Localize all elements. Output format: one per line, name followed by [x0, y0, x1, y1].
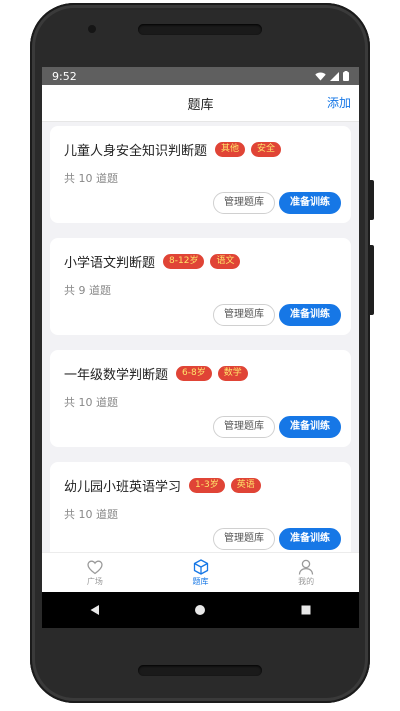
question-count: 共 10 道题: [64, 508, 118, 521]
add-button[interactable]: 添加: [327, 85, 351, 121]
screen: 9:52 题库 添加 儿童人身安全知识判断题 其他 安全 共 10 道题 管理题…: [42, 67, 359, 628]
card-title-row: 小学语文判断题 8-12岁 语文: [64, 252, 241, 271]
age-tag: 6-8岁: [176, 366, 212, 381]
power-button[interactable]: [370, 180, 374, 220]
bank-card[interactable]: 幼儿园小班英语学习 1-3岁 英语 共 10 道题 管理题库 准备训练: [50, 462, 351, 552]
card-actions: 管理题库 准备训练: [213, 304, 341, 326]
start-training-button[interactable]: 准备训练: [279, 416, 341, 438]
question-count: 共 10 道题: [64, 172, 118, 185]
age-tag: 其他: [215, 142, 246, 157]
tab-label: 我的: [298, 577, 315, 586]
bank-card[interactable]: 儿童人身安全知识判断题 其他 安全 共 10 道题 管理题库 准备训练: [50, 126, 351, 223]
tab-label: 广场: [86, 576, 103, 586]
status-time: 9:52: [52, 69, 77, 83]
card-actions: 管理题库 准备训练: [213, 528, 341, 550]
tab-plaza[interactable]: 广场: [42, 553, 148, 593]
tab-mine[interactable]: 我的: [253, 553, 359, 593]
manage-bank-button[interactable]: 管理题库: [213, 192, 275, 214]
age-tag: 8-12岁: [163, 254, 205, 269]
bank-card[interactable]: 一年级数学判断题 6-8岁 数学 共 10 道题 管理题库 准备训练: [50, 350, 351, 447]
question-count: 共 10 道题: [64, 396, 118, 409]
tab-label: 题库: [192, 577, 209, 586]
signal-icon: [330, 71, 339, 81]
bottom-speaker: [138, 665, 262, 676]
heart-icon: [87, 560, 103, 574]
front-camera: [88, 25, 96, 33]
bank-title: 小学语文判断题: [64, 256, 156, 271]
subject-tag: 语文: [210, 254, 241, 269]
back-nav-button[interactable]: [75, 592, 115, 628]
tab-question-bank[interactable]: 题库: [148, 553, 254, 593]
volume-button[interactable]: [370, 245, 374, 315]
bank-card[interactable]: 小学语文判断题 8-12岁 语文 共 9 道题 管理题库 准备训练: [50, 238, 351, 335]
app-bar: 题库 添加: [42, 85, 359, 122]
card-actions: 管理题库 准备训练: [213, 192, 341, 214]
bank-title: 幼儿园小班英语学习: [64, 480, 182, 495]
age-tag: 1-3岁: [189, 478, 225, 493]
start-training-button[interactable]: 准备训练: [279, 192, 341, 214]
manage-bank-button[interactable]: 管理题库: [213, 416, 275, 438]
bank-title: 儿童人身安全知识判断题: [64, 144, 208, 159]
battery-icon: [343, 71, 349, 81]
question-count: 共 9 道题: [64, 284, 111, 297]
card-title-row: 一年级数学判断题 6-8岁 数学: [64, 364, 248, 383]
home-circle-icon: [195, 605, 206, 615]
back-triangle-icon: [90, 605, 99, 615]
manage-bank-button[interactable]: 管理题库: [213, 528, 275, 550]
subject-tag: 数学: [217, 366, 248, 381]
card-title-row: 儿童人身安全知识判断题 其他 安全: [64, 140, 282, 159]
status-bar: 9:52: [42, 67, 359, 85]
person-icon: [299, 559, 314, 575]
top-speaker: [138, 24, 262, 35]
start-training-button[interactable]: 准备训练: [279, 528, 341, 550]
subject-tag: 英语: [230, 478, 261, 493]
cube-icon: [193, 559, 208, 575]
subject-tag: 安全: [251, 142, 282, 157]
status-icons: [315, 71, 349, 81]
start-training-button[interactable]: 准备训练: [279, 304, 341, 326]
wifi-icon: [315, 72, 326, 80]
card-actions: 管理题库 准备训练: [213, 416, 341, 438]
bank-list[interactable]: 儿童人身安全知识判断题 其他 安全 共 10 道题 管理题库 准备训练 小学语文…: [42, 122, 359, 552]
home-nav-button[interactable]: [180, 592, 220, 628]
recents-square-icon: [301, 605, 311, 615]
card-title-row: 幼儿园小班英语学习 1-3岁 英语: [64, 476, 261, 495]
page-title: 题库: [187, 97, 214, 113]
tab-bar: 广场 题库 我的: [42, 552, 359, 593]
recents-nav-button[interactable]: [286, 592, 326, 628]
manage-bank-button[interactable]: 管理题库: [213, 304, 275, 326]
bank-title: 一年级数学判断题: [64, 368, 169, 383]
system-nav-bar: [42, 592, 359, 628]
